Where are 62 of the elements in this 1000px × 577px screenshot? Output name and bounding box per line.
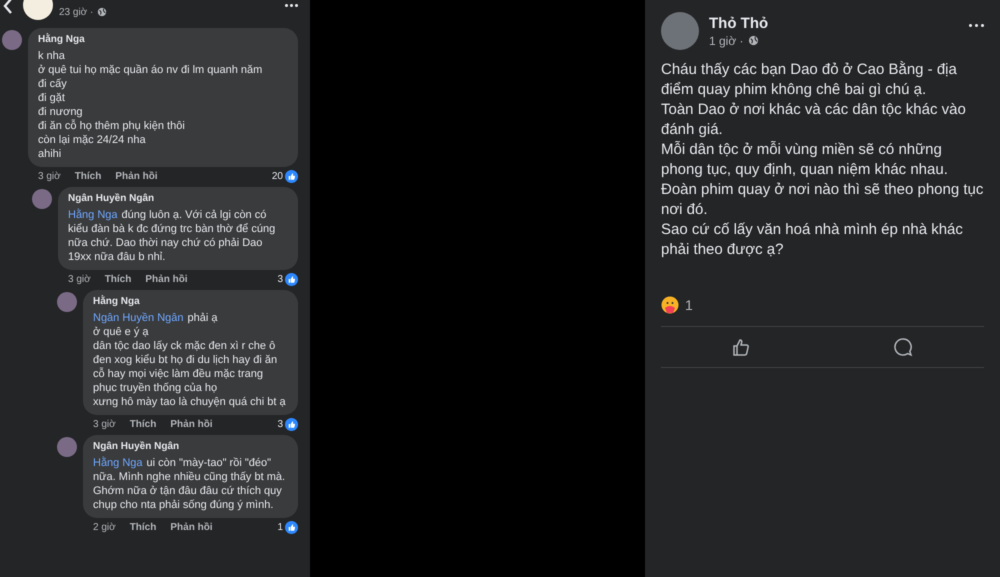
comment-time: 3 giờ — [68, 274, 91, 285]
post-text: Sao cứ cố lấy văn hoá nhà mình ép nhà khác phải theo được ạ? — [661, 220, 964, 260]
comment-text: còn lại mặc 24/24 nha — [38, 133, 147, 147]
comment-author[interactable]: Hằng Nga — [93, 295, 288, 309]
post-text: Đoàn phim quay ở nơi nào thì sẽ theo phong tục nơi đó. — [661, 180, 984, 220]
like-reaction-icon — [285, 521, 298, 534]
like-link[interactable]: Thích — [130, 522, 156, 533]
comment-time: 2 giờ — [93, 522, 116, 533]
commenter-avatar[interactable] — [2, 30, 22, 50]
more-icon[interactable] — [285, 4, 298, 7]
comment-text: đi cấy — [38, 77, 68, 91]
comment-text: đi gặt — [38, 91, 66, 105]
reaction-count: 1 — [685, 297, 693, 313]
reaction-count: 3 — [277, 419, 283, 430]
post-text: Mỗi dân tộc ở mỗi vùng miền sẽ có những phong tục, quy định, quan niệm khác nhau. — [661, 140, 949, 180]
reaction-count: 20 — [272, 171, 283, 182]
like-reaction-icon — [285, 418, 298, 431]
reaction-count: 3 — [277, 274, 283, 285]
reply-link[interactable]: Phản hồi — [145, 274, 188, 285]
back-icon[interactable] — [3, 0, 13, 14]
mention-link[interactable]: Hằng Nga — [93, 457, 143, 469]
comment-text: k nha — [38, 49, 66, 63]
like-reaction-icon — [285, 170, 298, 183]
commenter-avatar[interactable] — [57, 292, 77, 312]
commenter-avatar[interactable] — [57, 437, 77, 457]
comment-time: 3 giờ — [38, 171, 61, 182]
more-icon[interactable] — [969, 24, 984, 26]
comment-icon[interactable] — [893, 337, 914, 357]
comment-text: đi nương — [38, 105, 84, 119]
comment-text: Ngân Huyền Ngân phải ạ — [93, 311, 218, 325]
reply-link[interactable]: Phản hồi — [115, 171, 158, 182]
commenter-avatar[interactable] — [32, 189, 52, 209]
globe-icon — [748, 35, 759, 46]
care-reaction-icon — [661, 296, 679, 314]
like-icon[interactable] — [732, 337, 752, 357]
reply-link[interactable]: Phản hồi — [170, 522, 213, 533]
globe-icon — [97, 7, 108, 17]
like-reaction-icon — [285, 273, 298, 286]
comment-text: ở quê e ý ạ — [93, 325, 150, 339]
post-time: 23 giờ · — [59, 6, 94, 18]
like-link[interactable]: Thích — [104, 274, 132, 285]
like-link[interactable]: Thích — [74, 171, 102, 182]
post-text: Toàn Dao ở nơi khác và các dân tộc khác vào đánh giá. — [661, 100, 967, 140]
comment-text: ở quê tui họ mặc quần áo nv đi lm quanh năm — [38, 63, 264, 77]
mention-link[interactable]: Hằng Nga — [68, 209, 118, 221]
post-author[interactable]: Thỏ Thỏ — [709, 14, 959, 32]
comment-text: Hằng Nga ui còn "mày-tao" rồi "đéo" nữa. Mình nghe nhiều cũng thấy bt mà. Ghớm nữa ở tận đâu đâu cứ thích quy chụp cho nta phải sống đúng ý mình. — [93, 456, 286, 512]
post-text: Cháu thấy các bạn Dao đỏ ở Cao Bằng - địa điểm quay phim không chê bai gì chú ạ. — [661, 60, 958, 100]
comment-author[interactable]: Ngân Huyền Ngân — [68, 192, 288, 206]
reaction-count: 1 — [277, 522, 283, 533]
comment-text: xưng hô mày tao là chuyện quá chi bt ạ — [93, 395, 287, 409]
comment-text: ahihi — [38, 147, 62, 161]
comment-author[interactable]: Ngân Huyền Ngân — [93, 440, 288, 454]
profile-avatar[interactable] — [661, 12, 699, 50]
reply-link[interactable]: Phản hồi — [170, 419, 213, 430]
mention-link[interactable]: Ngân Huyền Ngân — [93, 312, 184, 324]
post-time: 1 giờ · — [709, 34, 744, 48]
comment-text: Hằng Nga đúng luôn ạ. Với cả lgi còn có kiểu đàn bà k đc đứng trc bàn thờ để cúng nữa chứ. Dao thời nay chứ có phải Dao 19xx nữa đâu b nhỉ. — [68, 208, 276, 264]
comment-time: 3 giờ — [93, 419, 116, 430]
comment-text: đi ăn cỗ họ thêm phụ kiện thôi — [38, 119, 186, 133]
comment-author[interactable]: Hằng Nga — [38, 33, 288, 47]
like-link[interactable]: Thích — [130, 419, 156, 430]
